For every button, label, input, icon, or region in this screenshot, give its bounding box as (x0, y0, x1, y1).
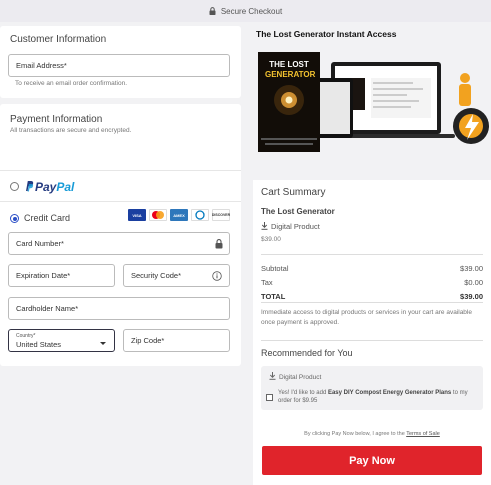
cart-product-name: The Lost Generator (261, 207, 335, 216)
upsell-text: Yes! I'd like to add Easy DIY Compost En… (278, 389, 478, 405)
divider (261, 340, 483, 341)
payment-information-section: Payment Information All transactions are… (0, 104, 241, 366)
card-brand-logos: VISA AMEX DISCOVER (128, 209, 230, 221)
total-label: TOTAL (261, 292, 286, 301)
paypal-option[interactable]: PayPal (0, 170, 241, 202)
cover-line-1: THE LOST (269, 60, 309, 69)
terms-note: By clicking Pay Now below, I agree to th… (261, 431, 483, 437)
cover-line-2: GENERATOR (265, 70, 316, 79)
divider (261, 302, 483, 303)
total-row: TOTAL $39.00 (261, 292, 483, 301)
mastercard-icon (149, 209, 167, 221)
country-label: Country* (16, 333, 36, 339)
product-title: The Lost Generator Instant Access (256, 29, 397, 39)
email-placeholder: Email Address* (16, 61, 67, 70)
expiration-date-field[interactable]: Expiration Date* (8, 264, 115, 287)
security-code-placeholder: Security Code* (131, 271, 182, 280)
credit-card-label: Credit Card (24, 213, 71, 223)
paypal-p-icon (26, 181, 34, 192)
customer-information-heading: Customer Information (10, 34, 107, 45)
paypal-text-pal: Pal (56, 180, 75, 194)
card-number-field[interactable]: Card Number* (8, 232, 230, 255)
customer-information-section: Customer Information Email Address* To r… (0, 26, 241, 98)
credit-card-radio[interactable] (10, 214, 19, 223)
cart-summary-heading: Cart Summary (261, 187, 326, 198)
upsell-prefix: Yes! I'd like to add (278, 390, 328, 396)
tax-value: $0.00 (464, 278, 483, 287)
card-number-placeholder: Card Number* (16, 239, 64, 248)
subtotal-label: Subtotal (261, 264, 289, 273)
diners-club-icon (191, 209, 209, 221)
upsell-product-name: Easy DIY Compost Energy Generator Plans (327, 390, 452, 396)
secure-checkout-title: Secure Checkout (220, 6, 283, 16)
cardholder-name-field[interactable]: Cardholder Name* (8, 297, 230, 320)
amex-icon: AMEX (170, 209, 188, 221)
tax-label: Tax (261, 278, 273, 287)
tax-row: Tax $0.00 (261, 278, 483, 287)
pay-now-button[interactable]: Pay Now (262, 446, 482, 475)
paypal-logo: PayPal (24, 180, 74, 194)
email-field[interactable]: Email Address* (8, 54, 230, 77)
total-value: $39.00 (460, 292, 483, 301)
upsell-type-text: Digital Product (279, 374, 322, 381)
terms-prefix: By clicking Pay Now below, I agree to th… (304, 431, 407, 437)
country-select[interactable]: Country* United States (8, 329, 115, 352)
upsell-type: Digital Product (269, 372, 321, 381)
divider (261, 254, 483, 255)
subtotal-row: Subtotal $39.00 (261, 264, 483, 273)
access-note: Immediate access to digital products or … (261, 309, 472, 326)
download-icon (261, 222, 268, 230)
cart-product-price: $39.00 (261, 236, 281, 243)
secure-checkout-bar: Secure Checkout (0, 0, 491, 22)
paypal-text-pay: Pay (35, 180, 57, 194)
country-value: United States (16, 340, 62, 349)
cardholder-placeholder: Cardholder Name* (16, 304, 79, 313)
cart-product-type-text: Digital Product (271, 222, 320, 231)
payment-subheading: All transactions are secure and encrypte… (10, 127, 132, 134)
cart-product-type: Digital Product (261, 222, 320, 231)
product-image: THE LOST GENERATOR (253, 48, 491, 158)
security-code-field[interactable]: Security Code* (123, 264, 230, 287)
download-icon (269, 372, 276, 380)
checkout-form: Customer Information Email Address* To r… (0, 26, 241, 366)
discover-icon: DISCOVER (212, 209, 230, 221)
lock-icon (209, 7, 216, 15)
info-icon[interactable] (212, 271, 222, 283)
zip-placeholder: Zip Code* (131, 336, 165, 345)
upsell-offer: Digital Product Yes! I'd like to add Eas… (261, 366, 483, 410)
chevron-down-icon (100, 342, 106, 345)
subtotal-value: $39.00 (460, 264, 483, 273)
visa-icon: VISA (128, 209, 146, 221)
expiration-placeholder: Expiration Date* (16, 271, 71, 280)
payment-information-heading: Payment Information (10, 114, 103, 125)
recommended-heading: Recommended for You (261, 348, 353, 358)
cart-summary: Cart Summary The Lost Generator Digital … (253, 180, 491, 485)
zip-code-field[interactable]: Zip Code* (123, 329, 230, 352)
paypal-radio[interactable] (10, 182, 19, 191)
card-lock-icon (215, 239, 223, 251)
terms-of-sale-link[interactable]: Terms of Sale (406, 431, 440, 437)
product-cover-title: THE LOST GENERATOR (265, 60, 316, 80)
email-hint: To receive an email order confirmation. (15, 80, 127, 87)
upsell-checkbox[interactable] (266, 394, 273, 401)
